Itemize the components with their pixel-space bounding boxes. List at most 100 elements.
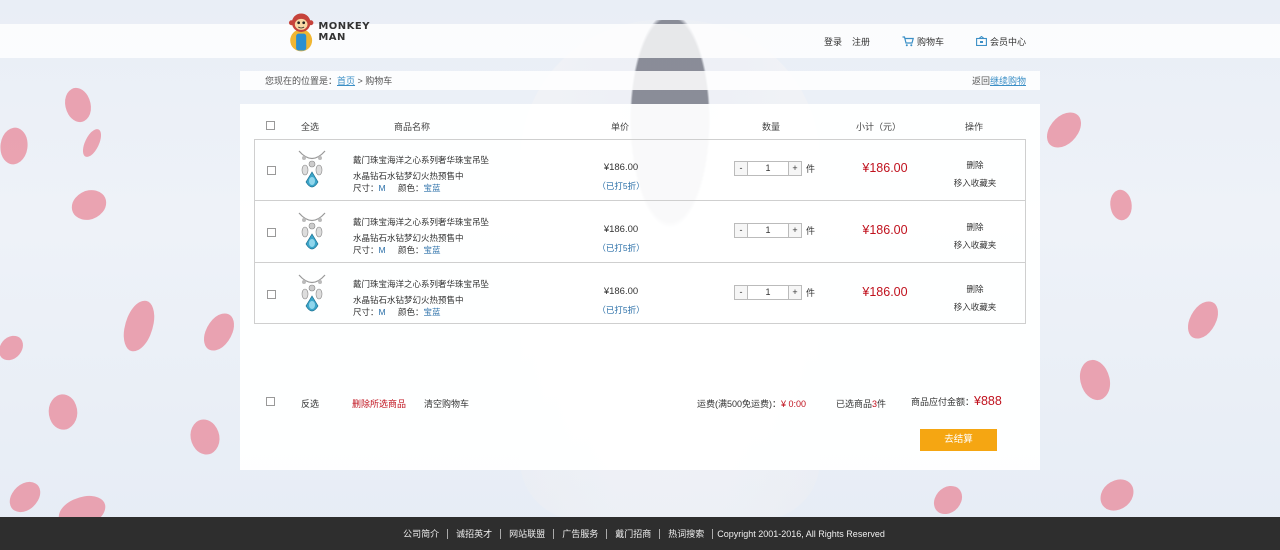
item-attributes: 尺寸：M 颜色：宝蓝	[353, 244, 441, 256]
item-discount: （已打5折）	[597, 181, 645, 191]
move-to-favorites-link[interactable]: 移入收藏夹	[935, 236, 1015, 254]
breadcrumb-separator: >	[355, 76, 366, 86]
petal-decoration	[80, 126, 104, 160]
item-operations: 删除 移入收藏夹	[935, 156, 1015, 192]
move-to-favorites-link[interactable]: 移入收藏夹	[935, 174, 1015, 192]
shipping-label: 运费(满500免运费)：	[697, 399, 782, 409]
size-value: M	[378, 307, 386, 317]
size-label: 尺寸：	[353, 307, 379, 317]
selected-label: 已选商品	[836, 399, 873, 409]
petal-decoration	[0, 332, 26, 364]
petal-decoration	[120, 297, 158, 355]
item-attributes: 尺寸：M 颜色：宝蓝	[353, 182, 441, 194]
petal-decoration	[1072, 355, 1118, 405]
item-checkbox[interactable]	[267, 166, 276, 175]
qty-minus-button[interactable]: -	[734, 285, 748, 300]
member-center-link[interactable]: 会员中心	[976, 35, 1026, 48]
monkey-logo-icon	[288, 13, 314, 52]
footer-link-advertising[interactable]: 广告服务	[554, 528, 608, 539]
continue-shopping-link[interactable]: 继续购物	[990, 76, 1026, 86]
breadcrumb-home-link[interactable]: 首页	[337, 76, 355, 86]
item-name[interactable]: 戴门珠宝海洋之心系列奢华珠宝吊坠 水晶钻石水钻梦幻火热预售中	[353, 276, 503, 308]
total-label: 商品应付金额：	[911, 397, 975, 407]
delete-selected-link[interactable]: 删除所选商品	[352, 397, 406, 410]
color-label: 颜色：	[397, 183, 424, 193]
footer-link-careers[interactable]: 诚招英才	[448, 528, 502, 539]
item-checkbox[interactable]	[267, 228, 276, 237]
shipping-info: 运费(满500免运费)：¥ 0:00	[697, 397, 806, 410]
item-discount: （已打5折）	[597, 305, 645, 315]
invert-select-label[interactable]: 反选	[301, 397, 319, 410]
login-link[interactable]: 登录	[824, 35, 842, 48]
shipping-value: ¥ 0:00	[781, 399, 807, 409]
size-label: 尺寸：	[353, 245, 379, 255]
item-name-line1: 戴门珠宝海洋之心系列奢华珠宝吊坠	[353, 155, 490, 165]
header-product-name: 商品名称	[394, 122, 431, 132]
footer-link-franchise[interactable]: 戴门招商	[607, 528, 661, 539]
footer-link-hot-search[interactable]: 热词搜索	[660, 528, 714, 539]
petal-decoration	[58, 83, 98, 127]
color-value: 宝蓝	[423, 245, 441, 255]
header-subtotal: 小计（元）	[856, 122, 902, 132]
select-all-checkbox[interactable]	[266, 121, 275, 130]
qty-plus-button[interactable]: +	[788, 161, 802, 176]
top-nav: 登录 注册 购物车 会员中心	[824, 24, 1026, 58]
item-subtotal: ¥186.00	[862, 285, 908, 299]
qty-minus-button[interactable]: -	[734, 161, 748, 176]
item-discount: （已打5折）	[597, 243, 645, 253]
item-name[interactable]: 戴门珠宝海洋之心系列奢华珠宝吊坠 水晶钻石水钻梦幻火热预售中	[353, 214, 503, 246]
item-operations: 删除 移入收藏夹	[935, 218, 1015, 254]
qty-plus-button[interactable]: +	[788, 285, 802, 300]
item-subtotal: ¥186.00	[862, 223, 908, 237]
cart-icon	[902, 35, 914, 46]
delete-item-link[interactable]: 删除	[935, 280, 1015, 298]
clear-cart-link[interactable]: 清空购物车	[424, 397, 469, 410]
checkout-button[interactable]: 去结算	[920, 429, 997, 451]
brand-logo[interactable]: MONKEY MAN	[286, 7, 370, 57]
pendant-thumbnail	[298, 274, 326, 312]
header-quantity: 数量	[762, 122, 781, 132]
qty-unit: 件	[806, 226, 816, 236]
logo-line1: MONKEY	[318, 21, 370, 32]
cart-table-header: 全选 商品名称 单价 数量 小计（元） 操作	[240, 118, 1040, 132]
move-to-favorites-link[interactable]: 移入收藏夹	[935, 298, 1015, 316]
qty-input[interactable]: 1	[748, 161, 788, 176]
logo-line2: MAN	[318, 32, 346, 43]
selected-unit: 件	[877, 399, 887, 409]
item-name[interactable]: 戴门珠宝海洋之心系列奢华珠宝吊坠 水晶钻石水钻梦幻火热预售中	[353, 152, 503, 184]
logo-wordmark: MONKEY MAN	[318, 21, 370, 43]
register-link[interactable]: 注册	[852, 35, 870, 48]
total-info: 商品应付金额：¥888	[911, 394, 1002, 408]
pendant-thumbnail	[298, 150, 326, 188]
continue-shopping: 返回继续购物	[972, 74, 1026, 87]
qty-input[interactable]: 1	[748, 223, 788, 238]
item-checkbox[interactable]	[267, 290, 276, 299]
item-operations: 删除 移入收藏夹	[935, 280, 1015, 316]
qty-minus-button[interactable]: -	[734, 223, 748, 238]
qty-input[interactable]: 1	[748, 285, 788, 300]
delete-item-link[interactable]: 删除	[935, 156, 1015, 174]
petal-decoration	[41, 389, 85, 435]
petal-decoration	[5, 475, 45, 519]
footer-link-affiliate[interactable]: 网站联盟	[501, 528, 555, 539]
cart-link[interactable]: 购物车	[902, 35, 944, 48]
delete-item-link[interactable]: 删除	[935, 218, 1015, 236]
footer-link-about[interactable]: 公司简介	[395, 528, 449, 539]
breadcrumb-prefix: 您现在的位置是：	[265, 76, 338, 86]
cart-items: 戴门珠宝海洋之心系列奢华珠宝吊坠 水晶钻石水钻梦幻火热预售中 尺寸：M 颜色：宝…	[254, 139, 1026, 324]
item-attributes: 尺寸：M 颜色：宝蓝	[353, 306, 441, 318]
breadcrumb-current: 购物车	[365, 76, 393, 86]
cart-link-label: 购物车	[916, 36, 944, 47]
petal-decoration	[0, 125, 31, 167]
cart-item: 戴门珠宝海洋之心系列奢华珠宝吊坠 水晶钻石水钻梦幻火热预售中 尺寸：M 颜色：宝…	[255, 140, 1025, 201]
item-subtotal: ¥186.00	[862, 161, 908, 175]
qty-plus-button[interactable]: +	[788, 223, 802, 238]
petal-decoration	[1105, 187, 1137, 223]
member-link-label: 会员中心	[989, 36, 1026, 47]
invert-select-checkbox[interactable]	[266, 397, 275, 406]
back-prefix: 返回	[971, 76, 990, 86]
cart-panel: 全选 商品名称 单价 数量 小计（元） 操作 戴门珠宝海洋之心系列奢华珠宝吊坠 …	[240, 104, 1040, 470]
pendant-thumbnail	[298, 212, 326, 250]
qty-unit: 件	[806, 164, 816, 174]
petal-decoration	[182, 414, 228, 460]
